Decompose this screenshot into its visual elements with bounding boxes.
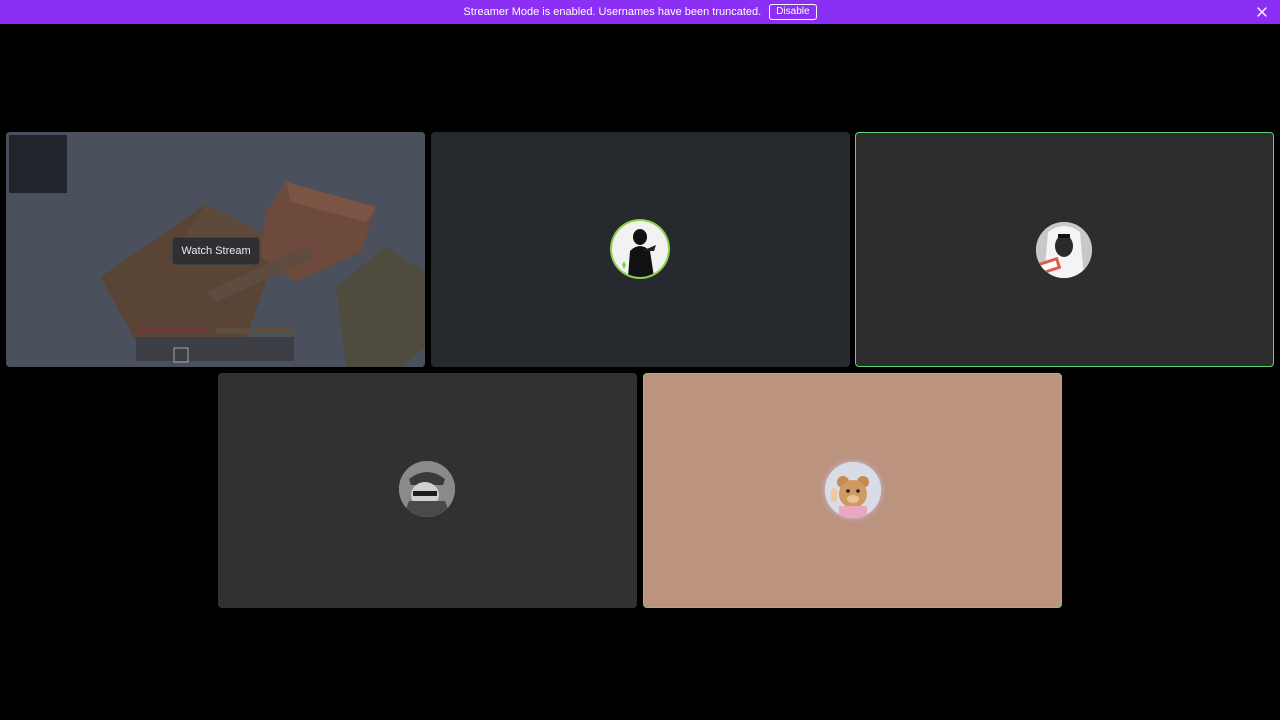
participant-tile-4[interactable]: [218, 373, 637, 608]
banner-message: Streamer Mode is enabled. Usernames have…: [463, 6, 762, 18]
participant-tile-3[interactable]: [855, 132, 1274, 367]
disable-button[interactable]: Disable: [769, 4, 817, 20]
participant-tile-5[interactable]: [643, 373, 1062, 608]
avatar-headscarf-icon: [1036, 222, 1092, 278]
close-icon[interactable]: [1254, 4, 1270, 20]
streamer-mode-banner: Streamer Mode is enabled. Usernames have…: [0, 0, 1280, 24]
stream-minimap: [9, 135, 67, 193]
watch-stream-button[interactable]: Watch Stream: [172, 237, 260, 265]
stream-tile[interactable]: Watch Stream: [6, 132, 425, 367]
avatar-teddy-bear-icon: [825, 462, 881, 518]
participant-tile-2[interactable]: [431, 132, 850, 367]
avatar-silhouette-icon: [612, 221, 668, 277]
avatar-cap-icon: [399, 461, 455, 517]
